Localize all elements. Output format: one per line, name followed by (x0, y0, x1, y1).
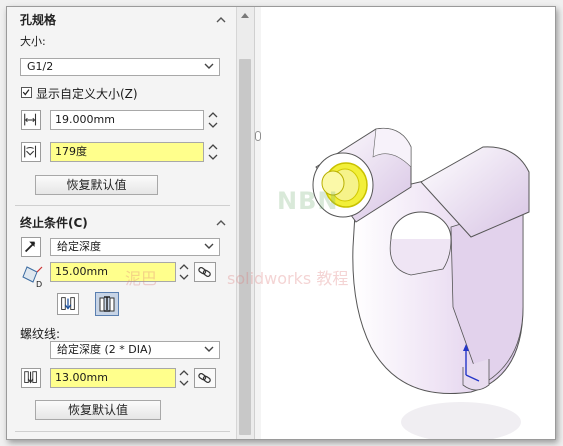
angle-input[interactable]: 179度 (50, 142, 204, 162)
chevron-down-icon (204, 346, 214, 352)
thread-through-option-icon[interactable] (57, 293, 79, 315)
thread-type-select[interactable]: 给定深度 (2 * DIA) (50, 341, 220, 359)
depth-spinner[interactable] (179, 262, 189, 282)
angle-spinner[interactable] (208, 142, 218, 162)
depth-input[interactable]: 15.00mm (50, 262, 176, 282)
size-label: 大小: (20, 35, 46, 48)
collapse-up-icon[interactable] (216, 16, 226, 23)
countersink-angle-icon (21, 142, 41, 162)
window-frame: 孔规格 大小: G1/2 显示自定义大小(Z) 19.000mm 179度 恢复… (6, 6, 556, 440)
chevron-down-icon (204, 63, 214, 69)
graphics-viewport[interactable] (261, 7, 555, 439)
panel-scrollbar[interactable] (236, 7, 254, 439)
link-icon[interactable] (194, 368, 216, 388)
restore-defaults-button-2[interactable]: 恢复默认值 (35, 400, 161, 420)
watermark-cn: 泥巴 (125, 269, 158, 288)
thread-type-value: 给定深度 (2 * DIA) (57, 343, 152, 356)
reverse-direction-icon[interactable] (21, 237, 41, 257)
section-divider (15, 205, 230, 206)
end-condition-select[interactable]: 给定深度 (50, 238, 220, 256)
section-divider (15, 431, 230, 432)
restore-defaults-button-1[interactable]: 恢复默认值 (35, 175, 158, 195)
thread-depth-spinner[interactable] (179, 368, 189, 388)
hole-spec-title: 孔规格 (20, 13, 57, 27)
diameter-input[interactable]: 19.000mm (50, 110, 204, 130)
collapse-up-icon[interactable] (216, 219, 226, 226)
custom-size-label: 显示自定义大小(Z) (36, 87, 138, 101)
end-condition-value: 给定深度 (57, 240, 101, 253)
3d-model-part[interactable] (261, 7, 555, 439)
depth-marker: D (36, 280, 43, 289)
property-panel: 孔规格 大小: G1/2 显示自定义大小(Z) 19.000mm 179度 恢复… (7, 7, 236, 439)
thread-label: 螺纹线: (20, 327, 61, 341)
scroll-up-icon[interactable] (241, 13, 249, 18)
link-icon[interactable] (194, 262, 216, 282)
chevron-down-icon (204, 243, 214, 249)
watermark-en: solidworks 教程 (227, 269, 349, 288)
end-condition-title: 终止条件(C) (20, 216, 88, 230)
scrollbar-thumb[interactable] (239, 59, 251, 435)
thread-depth-icon (21, 368, 41, 388)
size-select[interactable]: G1/2 (20, 58, 220, 76)
check-icon (22, 89, 30, 96)
thread-depth-option-icon[interactable] (95, 292, 119, 316)
diameter-spinner[interactable] (208, 110, 218, 130)
thread-depth-input[interactable]: 13.00mm (50, 368, 176, 388)
custom-size-checkbox[interactable] (21, 87, 32, 98)
diameter-icon (21, 110, 41, 130)
watermark-brand: NBN (277, 187, 339, 215)
size-select-value: G1/2 (27, 60, 54, 73)
